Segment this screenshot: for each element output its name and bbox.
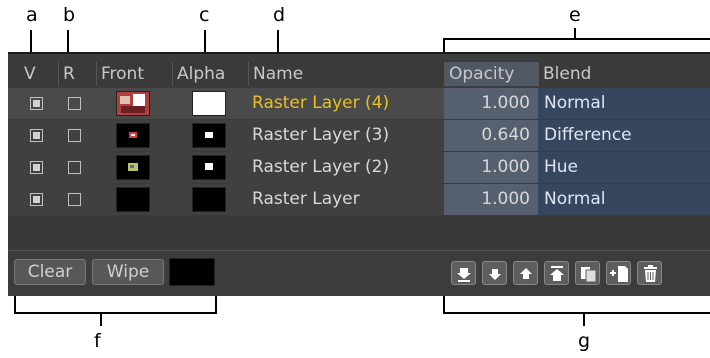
layer-blend[interactable]: Difference xyxy=(538,120,710,151)
delete-layer-button[interactable] xyxy=(637,261,662,285)
layer-opacity[interactable]: 0.640 xyxy=(444,120,538,151)
visible-checkbox[interactable] xyxy=(30,161,43,174)
render-checkbox[interactable] xyxy=(68,161,81,174)
wipe-button[interactable]: Wipe xyxy=(92,259,164,285)
move-up-button[interactable] xyxy=(513,261,538,285)
callout-g: g xyxy=(578,330,591,352)
bracket-f-stem xyxy=(100,312,102,326)
header-render[interactable]: R xyxy=(58,62,96,86)
clear-button[interactable]: Clear xyxy=(14,259,86,285)
move-to-bottom-button[interactable] xyxy=(451,261,476,285)
visible-checkbox[interactable] xyxy=(30,129,43,142)
wipe-color-swatch[interactable] xyxy=(169,258,215,286)
duplicate-layer-icon xyxy=(581,267,597,283)
header-name[interactable]: Name xyxy=(248,62,444,86)
layer-row[interactable]: Raster Layer (3) 0.640 Difference xyxy=(8,120,710,151)
render-checkbox[interactable] xyxy=(68,97,81,110)
header-alpha[interactable]: Alpha xyxy=(172,62,248,86)
callout-d: d xyxy=(273,4,286,26)
layer-name[interactable]: Raster Layer xyxy=(252,184,442,215)
alpha-thumbnail xyxy=(192,123,226,148)
bracket-g-stem xyxy=(583,312,585,326)
render-checkbox[interactable] xyxy=(68,129,81,142)
front-thumbnail xyxy=(116,91,150,116)
layer-row[interactable]: Raster Layer (2) 1.000 Hue xyxy=(8,152,710,183)
layer-name[interactable]: Raster Layer (2) xyxy=(252,152,442,183)
bracket-e-stem xyxy=(574,28,576,38)
move-to-top-icon xyxy=(550,266,564,281)
move-up-icon xyxy=(520,268,532,279)
move-down-icon xyxy=(489,269,501,280)
bracket-e xyxy=(443,38,710,40)
layer-opacity[interactable]: 1.000 xyxy=(444,184,538,215)
header-opacity[interactable]: Opacity xyxy=(444,62,538,86)
move-to-bottom-icon xyxy=(457,268,471,282)
header-visible[interactable]: V xyxy=(20,62,60,86)
bracket-g xyxy=(443,312,710,314)
front-thumbnail xyxy=(116,187,150,212)
callout-c: c xyxy=(199,4,210,26)
alpha-thumbnail xyxy=(192,155,226,180)
layer-name[interactable]: Raster Layer (4) xyxy=(252,88,442,119)
duplicate-layer-button[interactable] xyxy=(575,261,600,285)
layer-panel: V R Front Alpha Name Opacity Blend Raste… xyxy=(8,52,710,296)
header-front[interactable]: Front xyxy=(96,62,172,86)
layer-row[interactable]: Raster Layer 1.000 Normal xyxy=(8,184,710,215)
layer-name[interactable]: Raster Layer (3) xyxy=(252,120,442,151)
move-down-button[interactable] xyxy=(482,261,507,285)
alpha-thumbnail xyxy=(192,187,226,212)
render-checkbox[interactable] xyxy=(68,193,81,206)
callout-b: b xyxy=(63,4,76,26)
new-layer-button[interactable] xyxy=(606,261,631,285)
front-thumbnail xyxy=(116,155,150,180)
visible-checkbox[interactable] xyxy=(30,193,43,206)
delete-layer-icon xyxy=(644,265,657,282)
layer-opacity[interactable]: 1.000 xyxy=(444,152,538,183)
layer-blend[interactable]: Normal xyxy=(538,88,710,119)
layer-blend[interactable]: Normal xyxy=(538,184,710,215)
bracket-f xyxy=(14,312,217,314)
alpha-thumbnail xyxy=(192,91,226,116)
layer-opacity[interactable]: 1.000 xyxy=(444,88,538,119)
front-thumbnail xyxy=(116,123,150,148)
header-blend[interactable]: Blend xyxy=(538,62,710,86)
visible-checkbox[interactable] xyxy=(30,97,43,110)
callout-e: e xyxy=(569,4,581,26)
layer-blend[interactable]: Hue xyxy=(538,152,710,183)
callout-f: f xyxy=(94,330,101,352)
empty-layer-area[interactable] xyxy=(8,216,710,251)
new-layer-icon xyxy=(610,266,628,282)
move-to-top-button[interactable] xyxy=(544,261,569,285)
layer-row[interactable]: Raster Layer (4) 1.000 Normal xyxy=(8,88,710,119)
callout-a: a xyxy=(26,4,38,26)
bracket-f-right xyxy=(215,296,217,314)
